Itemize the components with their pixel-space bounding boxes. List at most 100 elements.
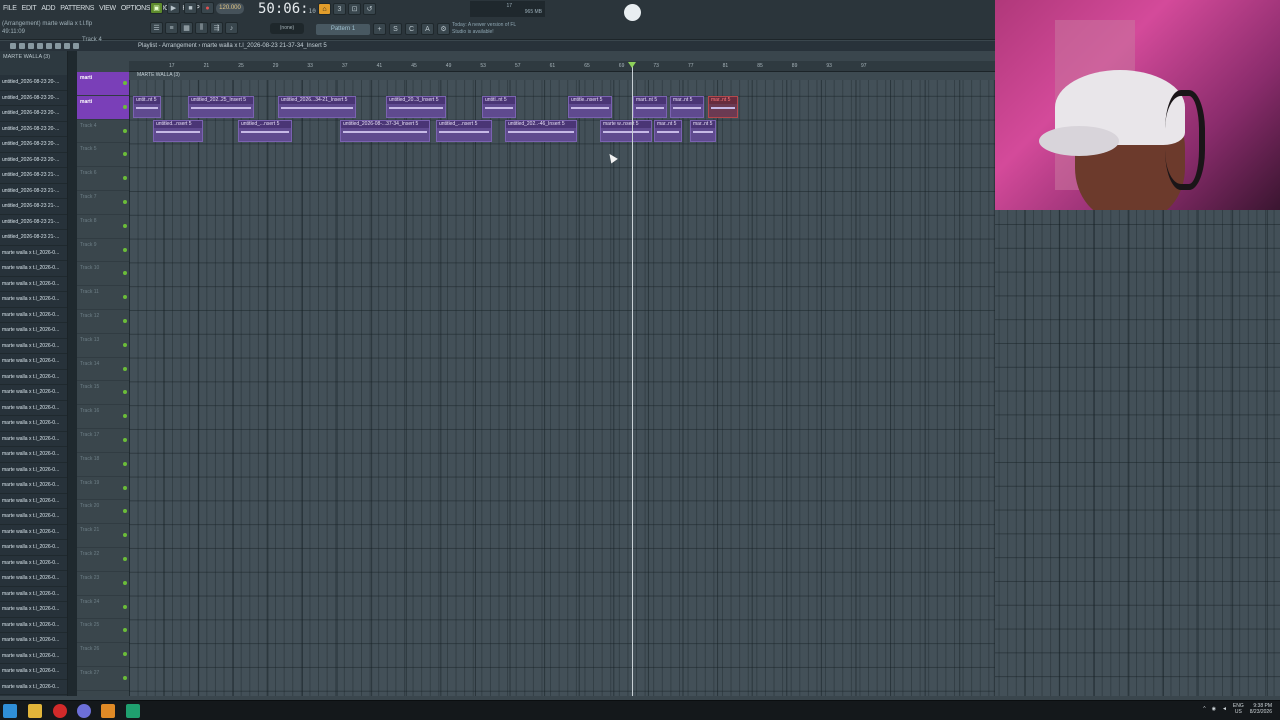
track-mute-led-icon[interactable]	[123, 152, 127, 157]
news-panel[interactable]: Today: A newer version of FL Studio is a…	[452, 22, 522, 36]
browser-item[interactable]: marte walla x t.l_2026-0...	[0, 432, 67, 447]
browser-item[interactable]: marte walla x t.l_2026-0...	[0, 261, 67, 277]
track-header[interactable]: Track 26	[77, 643, 129, 667]
stop-button[interactable]: ■	[184, 2, 197, 14]
mute-tool-icon[interactable]	[37, 43, 43, 49]
ctrl-button[interactable]: C	[405, 23, 418, 35]
browser-item[interactable]: marte walla x t.l_2026-0...	[0, 525, 67, 540]
audio-clip[interactable]: untit..nt 5	[133, 96, 161, 118]
browser-item[interactable]: marte walla x t.l_2026-0...	[0, 370, 67, 385]
mixer-icon[interactable]: ⫼	[195, 22, 208, 34]
browser-item[interactable]: marte walla x t.l_2026-0...	[0, 292, 67, 308]
audio-clip[interactable]: untitled_20..3_Insert 5	[386, 96, 446, 118]
start-icon[interactable]	[3, 704, 17, 718]
snap-icon[interactable]: ⚙	[437, 23, 450, 35]
browser-item[interactable]: marte walla x t.l_2026-0...	[0, 664, 67, 680]
track-mute-led-icon[interactable]	[123, 318, 127, 323]
track-header[interactable]: Track 7	[77, 191, 129, 215]
track-header[interactable]: Track 21	[77, 524, 129, 548]
track-header[interactable]: Track 22	[77, 548, 129, 572]
playhead-marker-icon[interactable]	[628, 62, 636, 68]
discord-icon[interactable]	[77, 704, 91, 718]
browser-item[interactable]: untitled_2026-08-23 20-...	[0, 137, 67, 153]
track-mute-led-icon[interactable]	[123, 81, 127, 85]
add-pattern-button[interactable]: +	[373, 23, 386, 35]
browser-item[interactable]: untitled_2026-08-23 20-...	[0, 91, 67, 106]
metronome-button[interactable]: ⌂	[318, 3, 331, 15]
track-mute-led-icon[interactable]	[123, 223, 127, 228]
select-tool-icon[interactable]	[64, 43, 70, 49]
menu-item-file[interactable]: FILE	[3, 3, 17, 15]
menu-item-patterns[interactable]: PATTERNS	[60, 3, 94, 15]
track-header[interactable]: marti	[77, 72, 129, 96]
pattern-selector[interactable]: Pattern 1	[316, 23, 370, 35]
playlist-grid[interactable]	[129, 72, 995, 696]
pattern-picker[interactable]: (none)	[270, 23, 304, 34]
track-mute-led-icon[interactable]	[123, 461, 127, 466]
browser-item[interactable]: marte walla x t.l_2026-0...	[0, 277, 67, 292]
track-header[interactable]: Track 11	[77, 286, 129, 310]
playlist-view-icon[interactable]: ☰	[150, 22, 163, 34]
audio-clip[interactable]: untitl..nt 5	[482, 96, 516, 118]
browser-item[interactable]: untitled_2026-08-23 20-...	[0, 153, 67, 168]
track-mute-led-icon[interactable]	[123, 176, 127, 181]
browser-item[interactable]: untitled_2026-08-23 21-...	[0, 199, 67, 215]
play-button[interactable]: ▶	[167, 2, 180, 14]
track-mute-led-icon[interactable]	[123, 104, 127, 109]
pattern-song-toggle[interactable]: ▣	[150, 2, 163, 14]
playhead[interactable]	[632, 62, 633, 696]
track-mute-led-icon[interactable]	[123, 556, 127, 561]
track-header[interactable]: Track 10	[77, 262, 129, 287]
track-mute-led-icon[interactable]	[123, 485, 127, 490]
browser-item[interactable]: untitled_2026-08-23 20-...	[0, 122, 67, 137]
audio-clip[interactable]: mar..nt 5	[670, 96, 704, 118]
browser-item[interactable]: marte walla x t.l_2026-0...	[0, 401, 67, 416]
timeline-ruler[interactable]: 17 21 25 29 33 37 41 45 49 53 57 61 65 69 73 77 81 85 89 93…	[129, 61, 995, 72]
playlist-title[interactable]: Playlist - Arrangement › marte walla x t…	[0, 41, 995, 51]
paint-tool-icon[interactable]	[19, 43, 25, 49]
record-button[interactable]: ●	[201, 2, 214, 14]
track-header[interactable]: Track 20	[77, 500, 129, 525]
browser-folder[interactable]: MARTE WALLA (3)	[3, 54, 50, 60]
fl-studio-icon[interactable]	[101, 704, 115, 718]
browser-item[interactable]: marte walla x t.l_2026-0...	[0, 540, 67, 556]
audio-clip[interactable]: untitled_202..25_Insert 5	[188, 96, 254, 118]
zoom-tool-icon[interactable]	[73, 43, 79, 49]
audio-clip[interactable]: mar..nt 5	[654, 120, 682, 142]
browser-item[interactable]: untitled_2026-08-23 21-...	[0, 230, 67, 246]
audio-clip[interactable]: untitled_202..-46_Insert 5	[505, 120, 577, 142]
track-header[interactable]: Track 6	[77, 167, 129, 191]
browser-item[interactable]: untitled_2026-08-23 21-...	[0, 184, 67, 199]
track-header[interactable]: marti	[77, 95, 129, 120]
audio-clip[interactable]: untitled_...nsert 5	[238, 120, 292, 142]
volume-icon[interactable]: ◄	[1222, 706, 1227, 712]
track-header[interactable]: Track 4	[77, 120, 129, 144]
track-mute-led-icon[interactable]	[123, 271, 127, 276]
audio-clip[interactable]: untitled_...nsert 5	[436, 120, 492, 142]
browser-item[interactable]: marte walla x t.l_2026-0...	[0, 680, 67, 695]
opera-icon[interactable]	[53, 704, 67, 718]
track-header[interactable]: Track 13	[77, 334, 129, 358]
slice-tool-icon[interactable]	[55, 43, 61, 49]
track-mute-led-icon[interactable]	[123, 128, 127, 133]
track-header[interactable]: Track 17	[77, 429, 129, 453]
track-header[interactable]: Track 24	[77, 596, 129, 620]
file-explorer-icon[interactable]	[28, 704, 42, 718]
browser-icon[interactable]: ⇶	[210, 22, 223, 34]
track-header[interactable]: Track 12	[77, 310, 129, 334]
browser-item[interactable]: marte walla x t.l_2026-0...	[0, 416, 67, 432]
browser-item[interactable]: untitled_2026-08-23 21-...	[0, 168, 67, 184]
audio-clip[interactable]: untitled_2026...34-21_Insert 5	[278, 96, 356, 118]
audio-clip[interactable]: untitled_2026-08-...37-34_Insert 5	[340, 120, 430, 142]
track-header[interactable]: Track 18	[77, 453, 129, 477]
draw-tool-icon[interactable]	[10, 43, 16, 49]
track-mute-led-icon[interactable]	[123, 247, 127, 252]
menu-item-options[interactable]: OPTIONS	[121, 3, 151, 15]
audio-clip[interactable]: mar..nt 5	[690, 120, 716, 142]
playlist-grid-extension[interactable]	[995, 210, 1280, 696]
browser-item[interactable]: untitled_2026-08-23 20-...	[0, 106, 67, 122]
track-mute-led-icon[interactable]	[123, 414, 127, 419]
browser-item[interactable]: marte walla x t.l_2026-0...	[0, 587, 67, 602]
countdown-button[interactable]: 3	[333, 3, 346, 15]
browser-item[interactable]: marte walla x t.l_2026-0...	[0, 618, 67, 633]
